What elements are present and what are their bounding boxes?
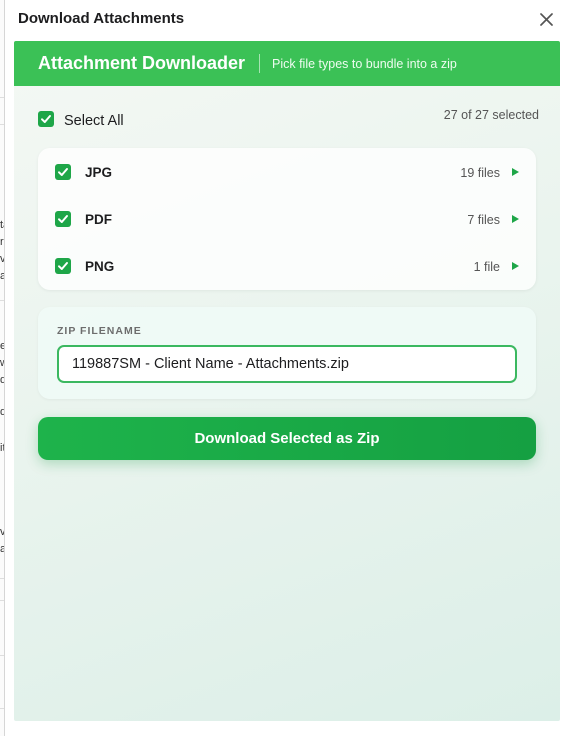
- play-arrow-icon[interactable]: [512, 168, 519, 176]
- app-tagline: Pick file types to bundle into a zip: [272, 57, 457, 71]
- play-arrow-icon[interactable]: [512, 215, 519, 223]
- downloader-panel: Attachment Downloader Pick file types to…: [14, 41, 560, 721]
- select-all-label[interactable]: Select All: [64, 113, 124, 129]
- close-button[interactable]: [536, 9, 556, 29]
- file-type-row-pdf[interactable]: PDF 7 files: [38, 204, 536, 234]
- selection-count: 27 of 27 selected: [443, 108, 539, 122]
- dialog-titlebar: Download Attachments: [5, 0, 568, 38]
- file-type-list: JPG 19 files PDF 7 files PNG 1 file: [38, 148, 536, 290]
- close-icon: [539, 12, 553, 26]
- zip-filename-input[interactable]: [57, 345, 517, 383]
- file-type-name: JPG: [85, 165, 113, 180]
- file-type-checkbox-jpg[interactable]: [55, 164, 71, 180]
- header-divider: [259, 54, 260, 73]
- zip-filename-label: ZIP FILENAME: [57, 325, 142, 337]
- file-type-row-png[interactable]: PNG 1 file: [38, 251, 536, 281]
- file-type-checkbox-pdf[interactable]: [55, 211, 71, 227]
- file-type-checkbox-png[interactable]: [55, 258, 71, 274]
- checkmark-icon: [58, 215, 68, 223]
- file-type-name: PDF: [85, 212, 112, 227]
- checkmark-icon: [58, 168, 68, 176]
- file-type-count: 1 file: [473, 260, 500, 274]
- app-header: Attachment Downloader Pick file types to…: [14, 41, 560, 86]
- select-all-checkbox[interactable]: [38, 111, 54, 127]
- dialog-title: Download Attachments: [18, 10, 185, 27]
- app-name: Attachment Downloader: [38, 53, 246, 73]
- download-attachments-dialog: Download Attachments Attachment Download…: [4, 0, 568, 736]
- zip-filename-card: ZIP FILENAME: [38, 307, 536, 399]
- file-type-count: 19 files: [460, 166, 500, 180]
- file-type-count: 7 files: [467, 213, 500, 227]
- download-zip-button[interactable]: Download Selected as Zip: [38, 417, 536, 460]
- play-arrow-icon[interactable]: [512, 262, 519, 270]
- checkmark-icon: [58, 262, 68, 270]
- file-type-row-jpg[interactable]: JPG 19 files: [38, 157, 536, 187]
- checkmark-icon: [41, 115, 51, 123]
- file-type-name: PNG: [85, 259, 115, 274]
